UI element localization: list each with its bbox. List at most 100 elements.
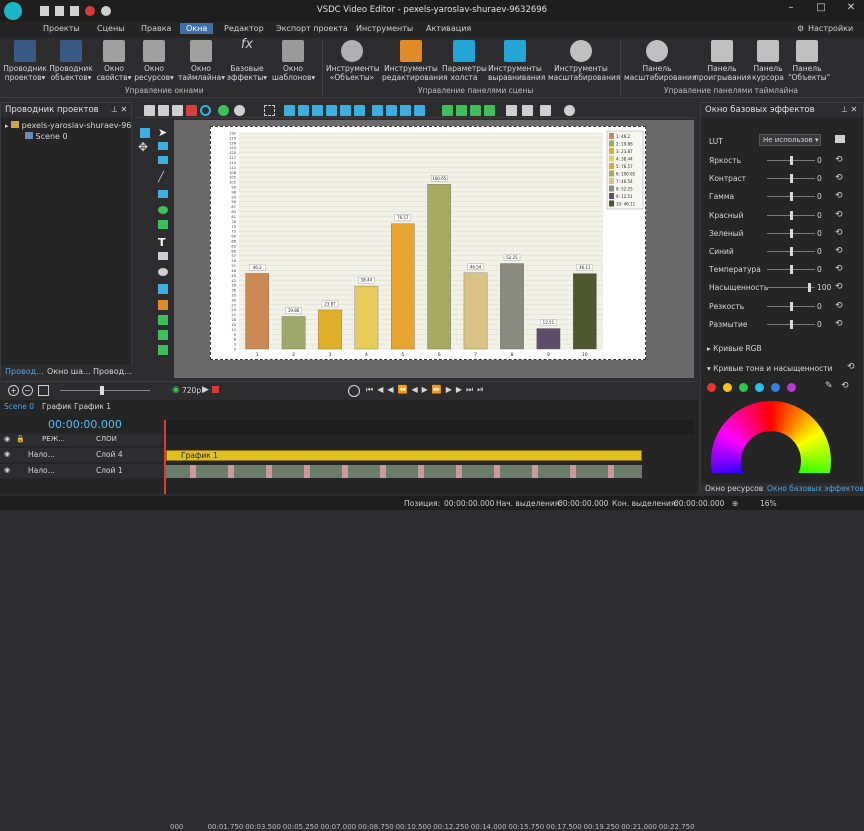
rectangle-icon[interactable] bbox=[158, 142, 168, 150]
align-left-icon[interactable] bbox=[284, 105, 295, 116]
settings-icon[interactable] bbox=[564, 105, 575, 116]
sprite-icon[interactable] bbox=[158, 300, 168, 310]
basic-effects-button[interactable]: fx Базовые эффекты▾ bbox=[226, 38, 268, 82]
video-icon[interactable] bbox=[158, 345, 168, 355]
align-middle-icon[interactable] bbox=[340, 105, 351, 116]
resolution-select[interactable]: 720p bbox=[182, 386, 201, 395]
circle-icon[interactable] bbox=[200, 105, 211, 116]
scene-canvas-area[interactable]: 0 3 6 9 12 15 18 21 24 27 30 33 36 39 42 45 48 51 54 57 60 63… bbox=[174, 120, 694, 378]
settings-gear-icon[interactable]: ⚙ bbox=[797, 24, 804, 33]
reset-icon[interactable]: ⟲ bbox=[835, 210, 843, 220]
ungroup-icon[interactable] bbox=[522, 105, 533, 116]
effect-slider-knob[interactable] bbox=[790, 192, 793, 202]
move-icon[interactable]: ✥ bbox=[138, 140, 148, 154]
color-swatch[interactable] bbox=[739, 383, 748, 392]
tree-scene-node[interactable]: Scene 0 bbox=[25, 132, 68, 141]
align-center-icon[interactable] bbox=[298, 105, 309, 116]
effect-slider-knob[interactable] bbox=[790, 228, 793, 238]
center-icon[interactable] bbox=[414, 105, 425, 116]
reset-icon[interactable]: ⟲ bbox=[835, 155, 843, 165]
send-back-icon[interactable] bbox=[484, 105, 495, 116]
tab-resources[interactable]: Окно ресурсов bbox=[705, 484, 763, 493]
eye-icon[interactable]: ◉ bbox=[172, 385, 180, 395]
effect-slider-knob[interactable] bbox=[790, 301, 793, 311]
fit-icon[interactable] bbox=[372, 105, 383, 116]
reset-icon[interactable]: ⟲ bbox=[835, 191, 843, 201]
reset-icon[interactable]: ⟲ bbox=[835, 246, 843, 256]
reset-icon[interactable]: ⟲ bbox=[835, 282, 843, 292]
reset-icon[interactable]: ⟲ bbox=[835, 228, 843, 238]
menu-scenes[interactable]: Сцены bbox=[97, 24, 125, 33]
move-up-icon[interactable] bbox=[442, 105, 453, 116]
tab-basic-effects[interactable]: Окно базовых эффектов bbox=[767, 484, 864, 493]
track-name[interactable]: Слой 4 bbox=[96, 450, 123, 459]
color-swatch[interactable] bbox=[787, 383, 796, 392]
zoom-in-icon[interactable]: + bbox=[8, 385, 19, 396]
cut-icon[interactable] bbox=[144, 105, 155, 116]
align-bottom-icon[interactable] bbox=[354, 105, 365, 116]
effect-slider-knob[interactable] bbox=[790, 156, 793, 165]
group-icon[interactable] bbox=[506, 105, 517, 116]
objects-panel-button[interactable]: Панель "Объекты" bbox=[788, 40, 830, 82]
balloon-icon[interactable] bbox=[158, 268, 168, 276]
canvas-params-button[interactable]: Параметры холста bbox=[442, 40, 487, 82]
record-button-icon[interactable] bbox=[212, 386, 219, 393]
chart-clip[interactable]: График 1 bbox=[166, 450, 642, 461]
tab-object-explorer[interactable]: Провод... bbox=[93, 367, 132, 376]
fit-screen-icon[interactable]: ⊕ bbox=[732, 499, 738, 508]
effect-slider-row[interactable]: Синий 0 ⟲ bbox=[709, 246, 843, 258]
free-shape-icon[interactable] bbox=[158, 220, 168, 229]
color-swatch[interactable] bbox=[755, 383, 764, 392]
resources-window-button[interactable]: Окно ресурсов▾ bbox=[134, 40, 174, 82]
effect-slider-row[interactable]: Контраст 0 ⟲ bbox=[709, 173, 843, 185]
timeline-tab-scene[interactable]: Scene 0 bbox=[4, 402, 34, 411]
tab-project-explorer[interactable]: Провод... bbox=[5, 367, 44, 376]
effect-slider-knob[interactable] bbox=[808, 283, 812, 293]
align-right-icon[interactable] bbox=[312, 105, 323, 116]
settings-link[interactable]: Настройки bbox=[808, 24, 853, 33]
maximize-button[interactable]: □ bbox=[810, 2, 832, 18]
effect-slider-knob[interactable] bbox=[790, 247, 793, 256]
color-swatch[interactable] bbox=[707, 383, 716, 392]
zoom-panel-button[interactable]: Панель масштабирования bbox=[624, 40, 696, 82]
chart-object[interactable]: 0 3 6 9 12 15 18 21 24 27 30 33 36 39 42 45 48 51 54 57 60 63… bbox=[210, 126, 646, 360]
playback-panel-button[interactable]: Панель проигрывания bbox=[694, 40, 751, 82]
move-down-icon[interactable] bbox=[456, 105, 467, 116]
color-swatch[interactable] bbox=[771, 383, 780, 392]
track-blend-mode[interactable]: Нало... bbox=[28, 450, 55, 459]
select-area-icon[interactable] bbox=[264, 105, 275, 116]
timeline-tab-chart[interactable]: График График 1 bbox=[42, 402, 111, 411]
image-icon[interactable] bbox=[158, 315, 168, 325]
effect-slider-row[interactable]: Насыщенность 100 ⟲ bbox=[709, 282, 843, 294]
timeline-ruler[interactable] bbox=[164, 420, 694, 434]
templates-window-button[interactable]: Окно шаблонов▾ bbox=[272, 40, 315, 82]
eyedropper-icon[interactable]: ✎ bbox=[825, 381, 833, 391]
video-clip[interactable] bbox=[166, 465, 642, 478]
swatch-reset-icon[interactable]: ⟲ bbox=[841, 381, 849, 391]
edit-tools-button[interactable]: Инструменты редактирования bbox=[382, 40, 448, 82]
layers-icon[interactable] bbox=[540, 105, 551, 116]
menu-export[interactable]: Экспорт проекта bbox=[276, 24, 348, 33]
properties-window-button[interactable]: Окно свойств▾ bbox=[94, 40, 134, 82]
tab-templates[interactable]: Окно ша... bbox=[47, 367, 91, 376]
track-name[interactable]: Слой 1 bbox=[96, 466, 123, 475]
menu-activation[interactable]: Активация bbox=[426, 24, 471, 33]
menu-windows[interactable]: Окна bbox=[180, 23, 214, 34]
fit-zoom-icon[interactable] bbox=[38, 385, 49, 396]
bring-front-icon[interactable] bbox=[470, 105, 481, 116]
pin-icon[interactable]: ⊥ ✕ bbox=[111, 105, 127, 114]
zoom-tools-button[interactable]: Инструменты масштабирования bbox=[548, 40, 620, 82]
delete-icon[interactable] bbox=[186, 105, 197, 116]
effect-slider-row[interactable]: Гамма 0 ⟲ bbox=[709, 191, 843, 203]
effect-slider-row[interactable]: Красный 0 ⟲ bbox=[709, 210, 843, 222]
menu-edit[interactable]: Правка bbox=[141, 24, 171, 33]
effect-slider-row[interactable]: Зеленый 0 ⟲ bbox=[709, 228, 843, 240]
reset-icon[interactable]: ⟲ bbox=[835, 173, 843, 183]
paste-icon[interactable] bbox=[172, 105, 183, 116]
track-eye-icon[interactable]: ◉ bbox=[4, 466, 10, 474]
ellipse-icon[interactable] bbox=[158, 206, 168, 214]
menu-projects[interactable]: Проекты bbox=[43, 24, 80, 33]
track-eye-icon[interactable]: ◉ bbox=[4, 450, 10, 458]
effect-slider-row[interactable]: Температура 0 ⟲ bbox=[709, 264, 843, 276]
reset-icon[interactable]: ⟲ bbox=[835, 301, 843, 311]
